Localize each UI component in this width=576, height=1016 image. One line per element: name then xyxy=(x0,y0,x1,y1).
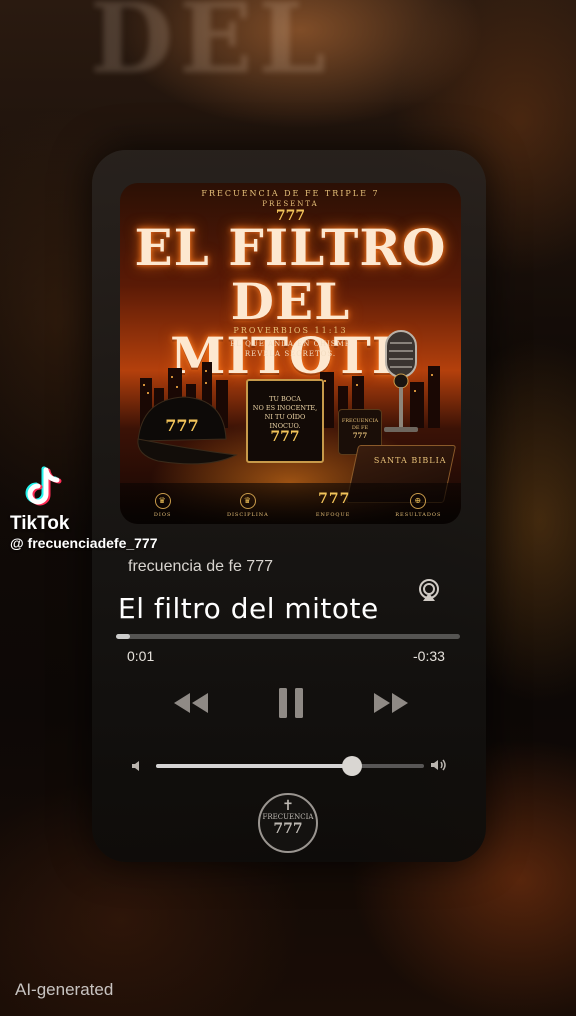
ai-generated-label: AI-generated xyxy=(15,980,114,999)
rewind-icon[interactable] xyxy=(172,690,212,716)
pillar-label: ENFOQUE xyxy=(315,512,351,518)
cover-presents: PRESENTA xyxy=(262,200,319,208)
channel-logo-badge: ✝ FRECUENCIA 777 xyxy=(258,793,318,853)
plaque-line1: TU BOCA xyxy=(269,395,301,403)
plaque-line3: NI TU OÍDO xyxy=(264,413,306,421)
pillar-label: DIOS xyxy=(153,512,172,518)
artist-name[interactable]: frecuencia de fe 777 xyxy=(128,558,273,576)
crown-icon: ♛ xyxy=(154,493,171,509)
pause-icon[interactable] xyxy=(276,686,306,720)
cover-header: FRECUENCIA DE FE TRIPLE 7 xyxy=(201,189,380,198)
fast-forward-icon[interactable] xyxy=(370,690,410,716)
song-title: El filtro del mitote xyxy=(118,592,379,625)
volume-slider[interactable] xyxy=(156,756,424,776)
tiktok-logo-icon xyxy=(25,466,62,506)
plaque-number: 777 xyxy=(270,429,300,445)
pillar-disciplina: ♛ DISCIPLINA xyxy=(218,493,278,518)
pillar-enfoque: 777 ENFOQUE xyxy=(303,489,363,518)
progress-scrubber[interactable] xyxy=(116,634,460,639)
background-blurred-text: DEL xyxy=(90,0,332,95)
cross-icon: ✝ xyxy=(282,798,294,814)
mug-line1: FRECUENCIA xyxy=(341,418,379,424)
volume-knob[interactable] xyxy=(341,756,362,776)
crown-icon: ♛ xyxy=(239,493,256,509)
pillar-number: 777 xyxy=(318,491,351,507)
time-remaining: -0:33 xyxy=(413,648,445,664)
baseball-cap-icon: 777 xyxy=(137,396,238,465)
progress-fill xyxy=(116,634,130,639)
pillar-label: DISCIPLINA xyxy=(226,512,269,518)
volume-low-icon xyxy=(132,761,139,771)
microphone-icon xyxy=(384,330,418,432)
pillar-label: RESULTADOS xyxy=(395,512,442,518)
album-cover: FRECUENCIA DE FE TRIPLE 7 PRESENTA 777 E… xyxy=(120,183,461,524)
time-elapsed: 0:01 xyxy=(127,648,155,664)
badge-number: 777 xyxy=(273,821,303,837)
cover-title-line1: EL FILTRO xyxy=(134,218,447,277)
target-icon: ⊕ xyxy=(410,493,427,509)
mug-number: 777 xyxy=(352,431,368,440)
pillar-dios: ♛ DIOS xyxy=(133,493,193,518)
tiktok-brand: TikTok xyxy=(10,513,70,534)
verse-plaque: TU BOCA NO ES INOCENTE, NI TU OÍDO INOCU… xyxy=(246,379,324,463)
cover-pillars: ♛ DIOS ♛ DISCIPLINA 777 ENFOQUE ⊕ RESULT… xyxy=(120,483,461,524)
volume-high-icon xyxy=(431,759,446,771)
pillar-resultados: ⊕ RESULTADOS xyxy=(388,493,448,518)
book-label: SANTA BIBLIA xyxy=(373,456,447,465)
tiktok-handle: @ frecuenciadefe_777 xyxy=(10,535,158,551)
cap-number: 777 xyxy=(165,416,198,435)
volume-fill xyxy=(156,764,352,768)
plaque-line2: NO ES INOCENTE, xyxy=(252,404,318,412)
airplay-icon[interactable] xyxy=(417,578,441,602)
